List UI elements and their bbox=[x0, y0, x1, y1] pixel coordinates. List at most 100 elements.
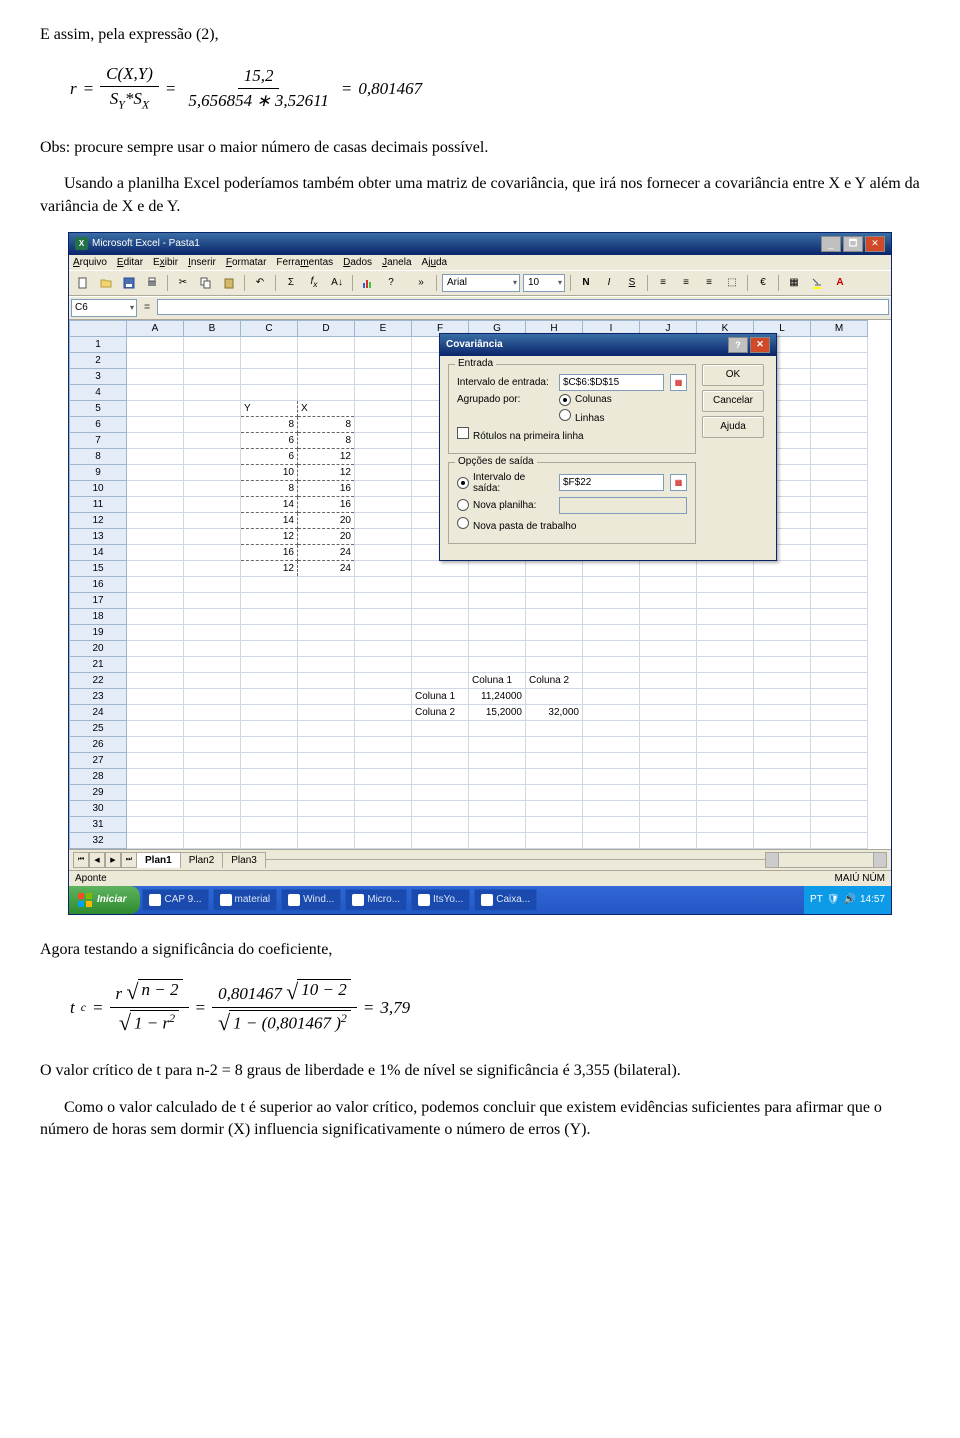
output-range-field[interactable]: $F$22 bbox=[559, 474, 664, 491]
cell[interactable] bbox=[640, 720, 697, 736]
cell[interactable] bbox=[355, 768, 412, 784]
cell[interactable] bbox=[697, 752, 754, 768]
cell[interactable]: Coluna 1 bbox=[469, 672, 526, 688]
cell[interactable] bbox=[412, 832, 469, 848]
cell[interactable] bbox=[184, 432, 241, 448]
hscroll-right-icon[interactable] bbox=[873, 853, 886, 867]
taskbar-item[interactable]: CAP 9... bbox=[142, 889, 208, 911]
cell[interactable] bbox=[412, 800, 469, 816]
cell[interactable]: 11,24000 bbox=[469, 688, 526, 704]
bold-icon[interactable]: N bbox=[576, 273, 596, 293]
cell[interactable] bbox=[355, 608, 412, 624]
cell[interactable] bbox=[583, 768, 640, 784]
cell[interactable]: 20 bbox=[298, 528, 355, 544]
cell[interactable] bbox=[241, 768, 298, 784]
cell[interactable] bbox=[127, 400, 184, 416]
cell[interactable] bbox=[355, 736, 412, 752]
cell[interactable] bbox=[412, 608, 469, 624]
cell[interactable]: 14 bbox=[241, 512, 298, 528]
cell[interactable] bbox=[127, 720, 184, 736]
cell[interactable] bbox=[811, 512, 868, 528]
font-name-select[interactable]: Arial bbox=[442, 274, 520, 292]
cell[interactable] bbox=[526, 800, 583, 816]
cell[interactable] bbox=[241, 656, 298, 672]
new-icon[interactable] bbox=[73, 273, 93, 293]
cell[interactable] bbox=[640, 832, 697, 848]
taskbar-item[interactable]: Caixa... bbox=[474, 889, 537, 911]
font-size-select[interactable]: 10 bbox=[523, 274, 565, 292]
cell[interactable] bbox=[640, 672, 697, 688]
cell[interactable] bbox=[355, 816, 412, 832]
radio-columns[interactable]: Colunas bbox=[559, 394, 612, 406]
cell[interactable] bbox=[697, 832, 754, 848]
cell[interactable] bbox=[355, 448, 412, 464]
cell[interactable] bbox=[811, 480, 868, 496]
cell[interactable] bbox=[298, 656, 355, 672]
cell[interactable] bbox=[811, 752, 868, 768]
cell[interactable]: Coluna 2 bbox=[526, 672, 583, 688]
sort-asc-icon[interactable]: A↓ bbox=[327, 273, 347, 293]
cell[interactable] bbox=[127, 512, 184, 528]
minimize-button[interactable]: _ bbox=[821, 236, 841, 252]
cell[interactable] bbox=[184, 672, 241, 688]
cell[interactable] bbox=[127, 560, 184, 576]
cell[interactable] bbox=[241, 688, 298, 704]
cell[interactable] bbox=[469, 624, 526, 640]
cell[interactable] bbox=[355, 544, 412, 560]
tray-icon[interactable]: 🔊 bbox=[844, 894, 856, 905]
language-indicator[interactable]: PT bbox=[810, 894, 823, 905]
radio-new-sheet[interactable]: Nova planilha: bbox=[457, 499, 555, 511]
help-button[interactable]: Ajuda bbox=[702, 416, 764, 438]
cell[interactable] bbox=[640, 704, 697, 720]
cell[interactable] bbox=[640, 768, 697, 784]
cell[interactable] bbox=[355, 528, 412, 544]
align-right-icon[interactable]: ≡ bbox=[699, 273, 719, 293]
cell[interactable] bbox=[469, 832, 526, 848]
cell[interactable] bbox=[469, 784, 526, 800]
cell[interactable] bbox=[184, 832, 241, 848]
cell[interactable] bbox=[469, 592, 526, 608]
cell[interactable] bbox=[697, 640, 754, 656]
cell[interactable] bbox=[526, 640, 583, 656]
cell[interactable] bbox=[754, 704, 811, 720]
cell[interactable] bbox=[469, 576, 526, 592]
cell[interactable] bbox=[184, 752, 241, 768]
chart-icon[interactable] bbox=[358, 273, 378, 293]
cell[interactable] bbox=[526, 656, 583, 672]
cell[interactable] bbox=[754, 640, 811, 656]
cell[interactable] bbox=[697, 816, 754, 832]
copy-icon[interactable] bbox=[196, 273, 216, 293]
cell[interactable] bbox=[640, 640, 697, 656]
cell[interactable] bbox=[184, 768, 241, 784]
cell[interactable] bbox=[241, 672, 298, 688]
cell[interactable] bbox=[184, 592, 241, 608]
cell[interactable] bbox=[754, 752, 811, 768]
borders-icon[interactable]: ▦ bbox=[784, 273, 804, 293]
hscroll-left-icon[interactable] bbox=[766, 853, 779, 867]
cell[interactable]: Coluna 1 bbox=[412, 688, 469, 704]
cell[interactable] bbox=[697, 736, 754, 752]
cell[interactable]: Y bbox=[241, 400, 298, 416]
cell[interactable] bbox=[355, 656, 412, 672]
cell[interactable] bbox=[184, 416, 241, 432]
cell[interactable] bbox=[298, 352, 355, 368]
cell[interactable] bbox=[412, 624, 469, 640]
cell[interactable] bbox=[583, 640, 640, 656]
cell[interactable] bbox=[298, 800, 355, 816]
input-range-field[interactable]: $C$6:$D$15 bbox=[559, 374, 664, 391]
cell[interactable] bbox=[127, 640, 184, 656]
cell[interactable] bbox=[811, 784, 868, 800]
cell[interactable] bbox=[184, 784, 241, 800]
cell[interactable] bbox=[127, 800, 184, 816]
cell[interactable] bbox=[811, 704, 868, 720]
cell[interactable] bbox=[754, 688, 811, 704]
cell[interactable] bbox=[526, 688, 583, 704]
cell[interactable] bbox=[526, 736, 583, 752]
cell[interactable] bbox=[127, 416, 184, 432]
cell[interactable] bbox=[298, 608, 355, 624]
cell[interactable] bbox=[241, 784, 298, 800]
cell[interactable] bbox=[127, 384, 184, 400]
cell[interactable] bbox=[583, 592, 640, 608]
cell[interactable] bbox=[184, 800, 241, 816]
radio-rows[interactable]: Linhas bbox=[559, 409, 604, 424]
